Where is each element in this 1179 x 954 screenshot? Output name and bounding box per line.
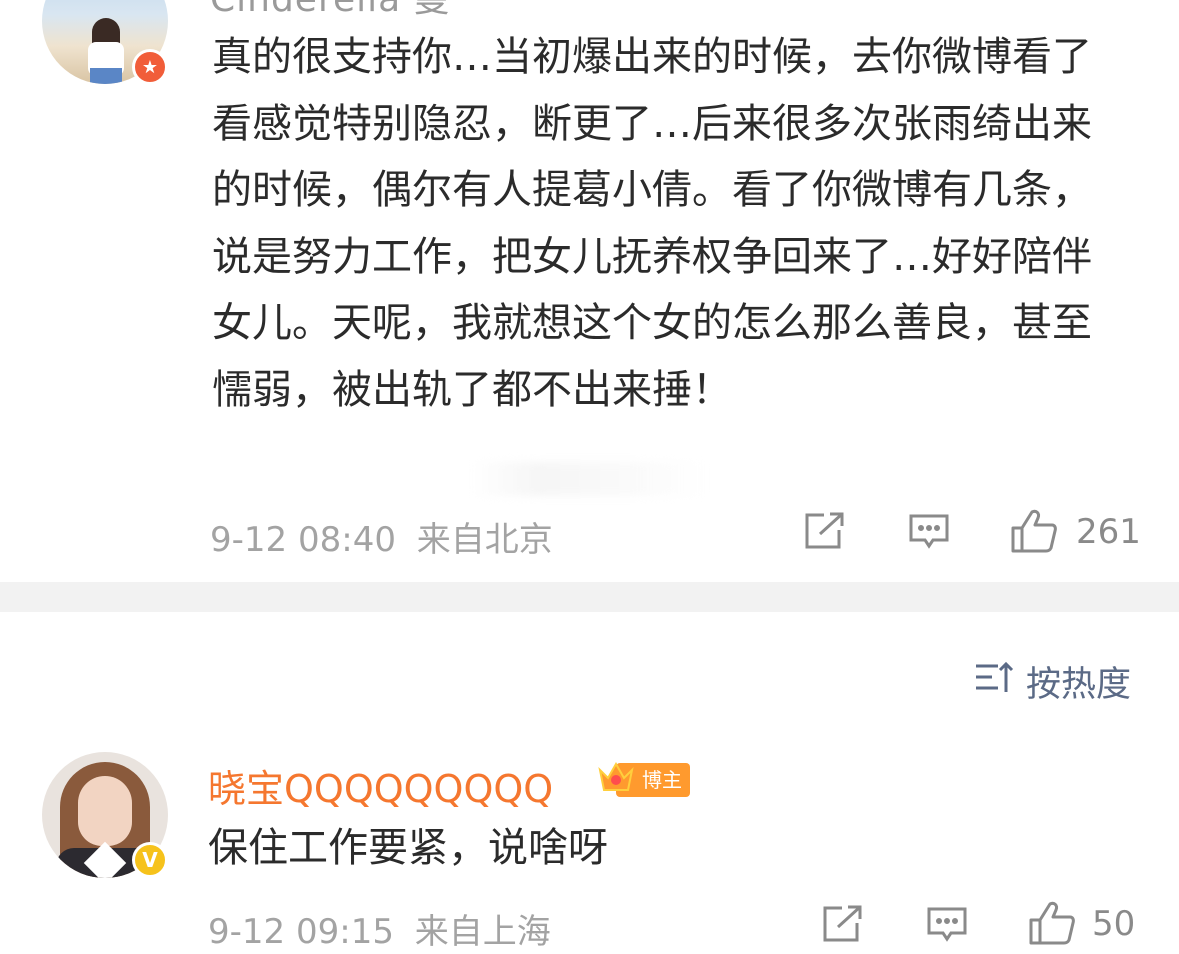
sort-button[interactable]: 按热度 xyxy=(974,656,1131,707)
comment-location: 来自上海 xyxy=(414,912,551,952)
like-icon[interactable] xyxy=(1010,508,1058,554)
comment-time: 9-12 08:40 xyxy=(210,520,396,560)
comment-time: 9-12 09:15 xyxy=(208,912,394,952)
like-icon[interactable] xyxy=(1028,900,1076,946)
avatar-face xyxy=(78,776,132,846)
blur-overlay xyxy=(470,462,705,496)
owner-badge: 博主 xyxy=(596,758,690,802)
avatar-jeans xyxy=(90,68,122,84)
sort-icon xyxy=(974,660,1014,703)
username[interactable]: 晓宝QQQQQQQQQ xyxy=(208,758,553,813)
verified-v-icon: V xyxy=(132,842,168,878)
section-divider xyxy=(0,582,1179,612)
like-count: 261 xyxy=(1076,512,1141,552)
comment-text: 真的很支持你…当初爆出来的时候，去你微博看了看感觉特别隐忍，断更了…后来很多次张… xyxy=(212,34,1092,413)
like-count: 50 xyxy=(1092,904,1136,944)
star-badge-icon: ★ xyxy=(132,49,168,85)
comment-icon[interactable] xyxy=(926,906,968,944)
comment-meta: 9-12 08:40 来自北京 xyxy=(210,512,553,561)
username[interactable]: Cinderella 曼 xyxy=(210,0,451,22)
comment-text: 保住工作要紧，说啥呀 xyxy=(208,825,608,871)
share-icon[interactable] xyxy=(822,905,864,943)
comment-location: 来自北京 xyxy=(416,520,553,560)
comment-icon[interactable] xyxy=(908,513,950,551)
share-icon[interactable] xyxy=(804,512,846,550)
crown-icon xyxy=(596,758,636,802)
comment-meta: 9-12 09:15 来自上海 xyxy=(208,904,551,953)
sort-label: 按热度 xyxy=(1026,665,1132,705)
